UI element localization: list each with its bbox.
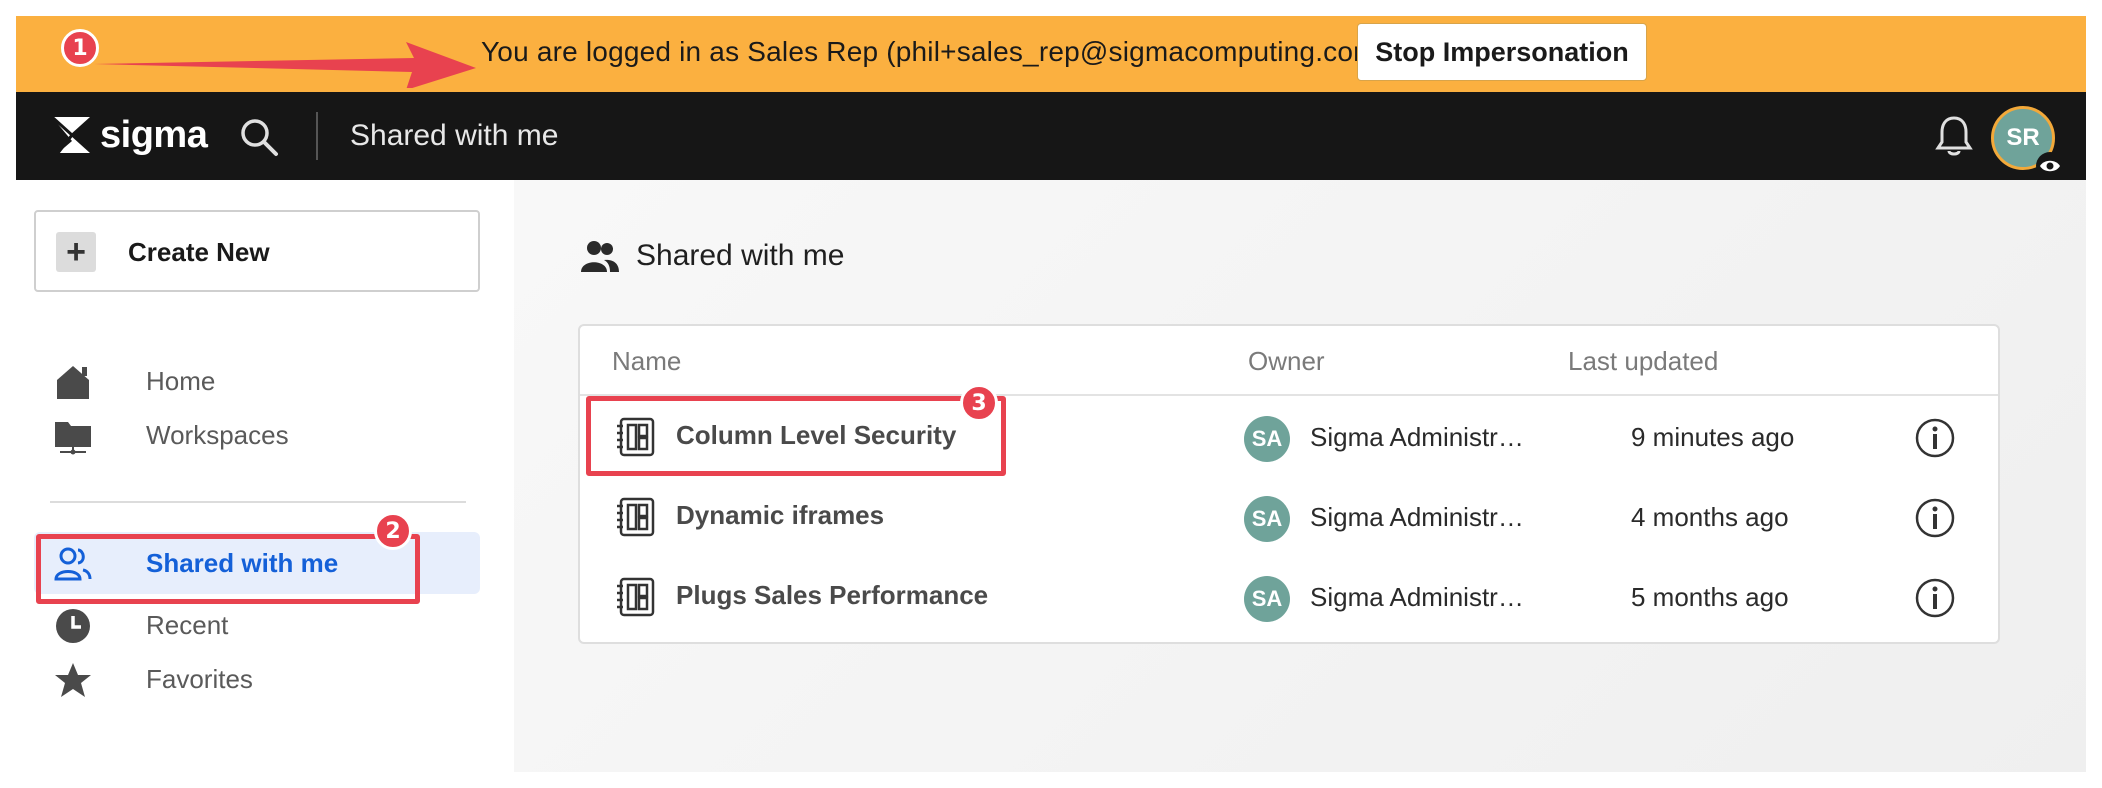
owner-avatar: SA (1244, 496, 1290, 542)
impersonation-message: You are logged in as Sales Rep (phil+sal… (481, 36, 1387, 67)
last-updated: 5 months ago (1631, 582, 1789, 612)
table-row[interactable]: Dynamic iframes SA Sigma Administrator 4… (580, 476, 1998, 556)
sigma-logo[interactable]: sigma (50, 110, 208, 160)
owner-name: Sigma Administrator (1310, 502, 1532, 532)
column-header-name[interactable]: Name (612, 344, 681, 378)
home-icon (57, 366, 89, 399)
bell-icon[interactable] (1934, 114, 1974, 158)
sidebar-item-label: Home (146, 366, 216, 396)
info-icon[interactable] (1914, 417, 1956, 459)
people-icon (581, 241, 619, 272)
annotation-badge-3: 3 (960, 384, 998, 422)
sidebar-item-label: Favorites (146, 664, 253, 694)
annotation-box-shared-with-me (36, 534, 420, 604)
annotation-arrow (94, 42, 476, 88)
sidebar: + Create New Home Workspaces Shared with… (16, 180, 514, 772)
last-updated: 4 months ago (1631, 502, 1789, 532)
sidebar-divider (50, 501, 466, 503)
star-icon (55, 663, 91, 697)
sidebar-item-favorites[interactable]: Favorites (34, 648, 480, 710)
sidebar-item-label: Workspaces (146, 420, 289, 450)
plus-icon: + (56, 232, 96, 272)
page-title: Shared with me (636, 239, 845, 272)
create-new-button[interactable]: + Create New (34, 210, 480, 292)
sigma-logo-icon (50, 115, 90, 154)
stop-impersonation-button[interactable]: Stop Impersonation (1357, 23, 1647, 81)
column-header-owner[interactable]: Owner (1248, 344, 1325, 378)
create-new-label: Create New (128, 237, 270, 267)
owner-name: Sigma Administrator (1310, 422, 1532, 452)
main-content: Shared with me Name Owner Last updated C… (514, 180, 2086, 772)
column-header-last-updated[interactable]: Last updated (1568, 344, 1718, 378)
app-frame: You are logged in as Sales Rep (phil+sal… (16, 16, 2086, 772)
info-icon[interactable] (1914, 577, 1956, 619)
sidebar-item-label: Recent (146, 610, 229, 640)
table-row[interactable]: Plugs Sales Performance SA Sigma Adminis… (580, 556, 1998, 636)
document-name[interactable]: Dynamic iframes (676, 498, 884, 532)
last-updated: 9 minutes ago (1631, 422, 1795, 452)
workbook-icon (617, 497, 655, 537)
workbook-icon (617, 577, 655, 617)
annotation-box-column-level-security (586, 396, 1006, 476)
info-icon[interactable] (1914, 497, 1956, 539)
annotation-badge-2: 2 (374, 512, 412, 550)
topbar-divider (316, 112, 318, 160)
sidebar-item-home[interactable]: Home (34, 350, 480, 412)
eye-icon (2040, 160, 2060, 172)
table-header: Name Owner Last updated (580, 326, 1998, 396)
owner-name: Sigma Administrator (1310, 582, 1532, 612)
top-navigation-bar: sigma Shared with me SR (16, 92, 2086, 180)
topbar-title: Shared with me (350, 119, 559, 152)
annotation-badge-1: 1 (61, 29, 99, 67)
documents-table: Name Owner Last updated Column Level Sec… (578, 324, 2000, 644)
clock-icon (56, 609, 90, 643)
sidebar-item-workspaces[interactable]: Workspaces (34, 404, 480, 466)
logo-text: sigma (100, 113, 208, 156)
owner-avatar: SA (1244, 576, 1290, 622)
document-name[interactable]: Plugs Sales Performance (676, 578, 988, 612)
page-header: Shared with me (580, 238, 844, 274)
impersonation-eye-badge (2036, 152, 2064, 180)
search-icon[interactable] (238, 116, 280, 158)
folder-icon (55, 422, 91, 455)
owner-avatar: SA (1244, 416, 1290, 462)
